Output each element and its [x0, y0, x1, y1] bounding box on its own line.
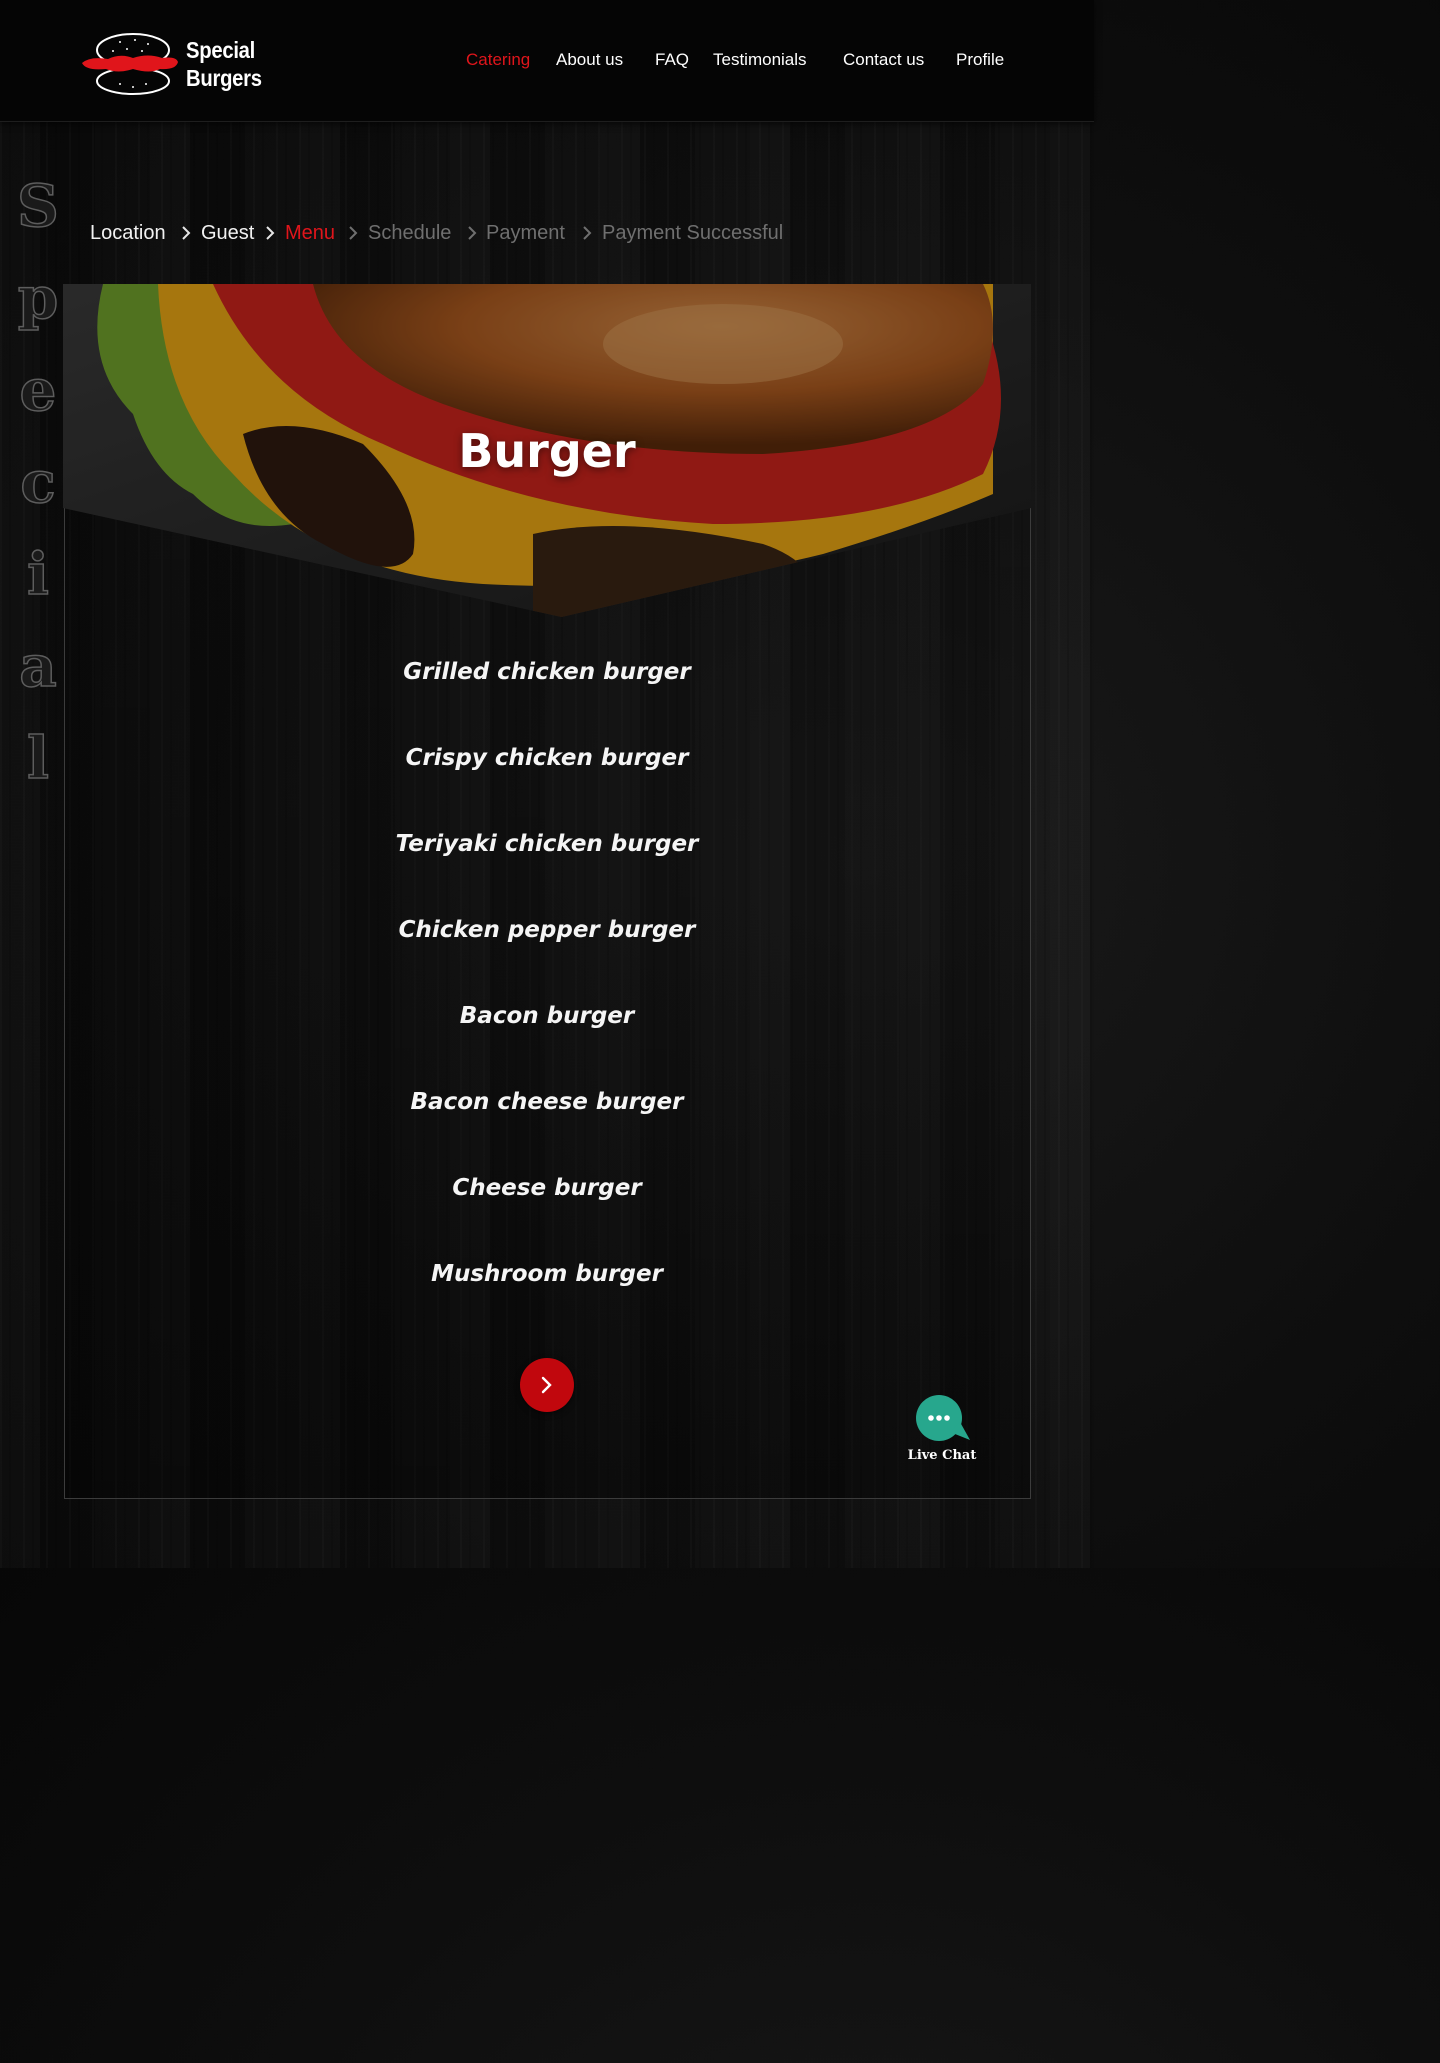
side-letter: l [26, 723, 50, 793]
menu-item-teriyaki-chicken-burger[interactable]: Teriyaki chicken burger [63, 822, 1031, 908]
nav-testimonials[interactable]: Testimonials [713, 50, 807, 70]
chat-bubble-icon [916, 1395, 970, 1441]
category-title: Burger [458, 424, 636, 478]
chevron-right-icon [583, 226, 592, 240]
live-chat-widget[interactable]: Live Chat [906, 1392, 978, 1472]
live-chat-label: Live Chat [907, 1448, 977, 1463]
breadcrumb-menu[interactable]: Menu [285, 222, 335, 245]
menu-item-bacon-cheese-burger[interactable]: Bacon cheese burger [63, 1080, 1031, 1166]
menu-item-mushroom-burger[interactable]: Mushroom burger [63, 1252, 1031, 1338]
chevron-right-icon [266, 226, 275, 240]
chevron-right-icon [468, 226, 477, 240]
side-letter: p [17, 263, 59, 333]
menu-item-cheese-burger[interactable]: Cheese burger [63, 1166, 1031, 1252]
breadcrumb-guest[interactable]: Guest [201, 222, 254, 245]
side-letter: i [26, 539, 50, 609]
breadcrumb-location[interactable]: Location [90, 222, 166, 245]
main-nav: Catering About us FAQ Testimonials Conta… [0, 50, 1094, 74]
menu-item-grilled-chicken-burger[interactable]: Grilled chicken burger [63, 650, 1031, 736]
nav-contact-us[interactable]: Contact us [843, 50, 924, 70]
next-button[interactable] [520, 1358, 574, 1412]
side-letter: S [16, 171, 59, 241]
breadcrumb-schedule: Schedule [368, 222, 452, 244]
side-letter: a [18, 631, 57, 701]
nav-profile[interactable]: Profile [956, 50, 1004, 70]
chevron-right-icon [349, 226, 358, 240]
nav-about-us[interactable]: About us [556, 50, 623, 70]
burger-menu-list: Grilled chicken burger Crispy chicken bu… [63, 650, 1031, 1338]
side-letter: c [20, 447, 57, 517]
menu-item-chicken-pepper-burger[interactable]: Chicken pepper burger [63, 908, 1031, 994]
breadcrumb-payment: Payment [486, 222, 565, 244]
menu-item-bacon-burger[interactable]: Bacon burger [63, 994, 1031, 1080]
chevron-right-icon [182, 226, 191, 240]
chevron-right-icon [541, 1376, 552, 1394]
side-decorative-word: S p e c i a l [14, 160, 62, 804]
breadcrumb-payment-successful: Payment Successful [602, 222, 784, 244]
menu-item-crispy-chicken-burger[interactable]: Crispy chicken burger [63, 736, 1031, 822]
side-letter: e [19, 355, 57, 425]
nav-catering[interactable]: Catering [466, 50, 530, 70]
nav-faq[interactable]: FAQ [655, 50, 689, 70]
site-header: Special Burgers Catering About us FAQ Te… [0, 0, 1094, 122]
